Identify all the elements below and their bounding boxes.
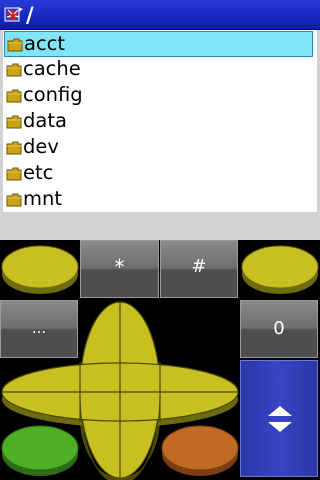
- folder-icon: [6, 192, 22, 207]
- folder-icon: [6, 166, 22, 181]
- file-browser-panel: acct cache config data dev etc mnt: [0, 30, 320, 270]
- up-down-arrows-icon: [268, 406, 292, 432]
- current-path: /: [26, 3, 34, 27]
- up-down-toggle-button[interactable]: [240, 360, 318, 477]
- file-list-item[interactable]: data: [3, 108, 317, 134]
- file-name: config: [23, 83, 83, 106]
- file-list-item[interactable]: cache: [3, 56, 317, 82]
- file-list-item[interactable]: config: [3, 82, 317, 108]
- call-green-key[interactable]: [0, 418, 82, 480]
- file-name: mnt: [23, 187, 62, 210]
- app-bug-icon: [4, 7, 23, 22]
- file-name: cache: [23, 57, 81, 80]
- title-bar: /: [0, 0, 320, 30]
- end-orange-key[interactable]: [160, 418, 240, 480]
- hash-key-label: #: [191, 256, 207, 277]
- file-name: dev: [23, 135, 59, 158]
- file-list-item[interactable]: etc: [3, 160, 317, 186]
- left-soft-key[interactable]: [0, 240, 80, 300]
- file-name: etc: [23, 161, 54, 184]
- zero-key[interactable]: 0: [240, 300, 318, 358]
- file-list-item[interactable]: acct: [4, 31, 313, 57]
- folder-icon: [6, 140, 22, 155]
- star-key[interactable]: *: [80, 240, 159, 298]
- right-soft-key[interactable]: [240, 240, 320, 300]
- virtual-keypad: * # ... 0: [0, 240, 320, 480]
- file-list[interactable]: acct cache config data dev etc mnt: [3, 30, 317, 212]
- file-name: acct: [24, 32, 66, 55]
- file-list-item[interactable]: dev: [3, 134, 317, 160]
- file-list-item[interactable]: mnt: [3, 186, 317, 212]
- folder-icon: [6, 62, 22, 77]
- star-key-label: *: [114, 255, 125, 279]
- file-name: data: [23, 109, 67, 132]
- zero-key-label: 0: [273, 318, 285, 339]
- folder-icon: [7, 37, 23, 52]
- folder-icon: [6, 88, 22, 103]
- hash-key[interactable]: #: [160, 240, 238, 298]
- folder-icon: [6, 114, 22, 129]
